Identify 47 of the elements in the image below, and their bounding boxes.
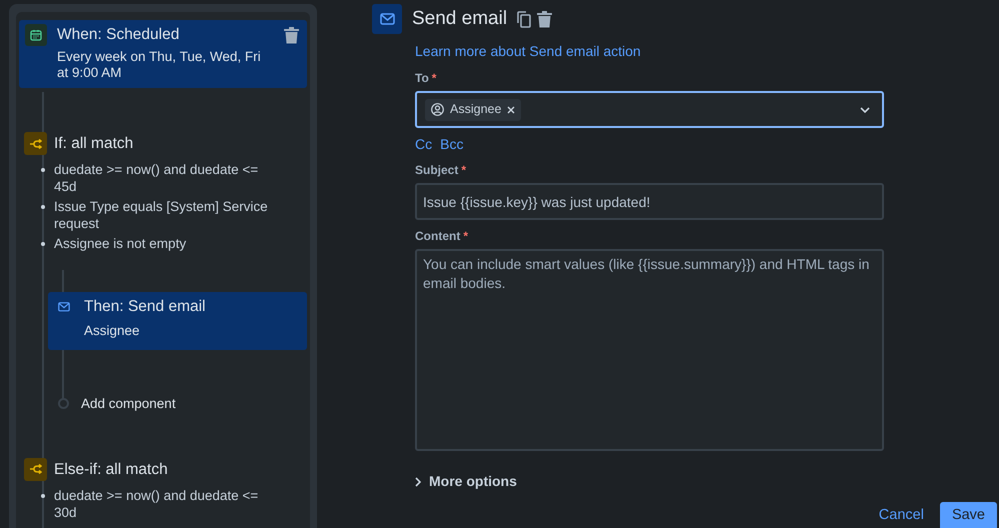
action-description: Assignee	[84, 322, 141, 340]
more-options-toggle[interactable]: More options	[415, 471, 517, 492]
learn-more-link[interactable]: Learn more about Send email action	[415, 41, 884, 62]
condition-title[interactable]: If: all match	[54, 132, 134, 156]
user-icon	[431, 103, 444, 116]
chevron-down-icon[interactable]	[860, 106, 870, 112]
required-mark: *	[461, 162, 466, 179]
cancel-button[interactable]: Cancel	[872, 502, 930, 528]
chevron-right-icon	[415, 476, 421, 486]
trigger-title: When: Scheduled	[57, 25, 180, 45]
field-label: Subject	[415, 162, 458, 179]
editor-title: Send email	[412, 6, 508, 31]
trigger-description: Every week on Thu, Tue, Wed, Fri at 9:00 AM	[57, 49, 262, 81]
bullet-icon	[41, 242, 45, 246]
condition-title[interactable]: Else-if: all match	[54, 458, 168, 481]
copy-icon[interactable]	[517, 10, 532, 28]
remove-icon[interactable]	[507, 106, 516, 114]
required-mark: *	[432, 70, 436, 87]
branch-icon	[29, 138, 42, 150]
trigger-card[interactable]: When: Scheduled Every week on Thu, Tue, Wed, Fri at 9:00 AM	[19, 20, 307, 88]
field-label: Content	[415, 228, 460, 245]
branch-icon	[29, 463, 42, 476]
required-mark: *	[463, 228, 468, 245]
content-field[interactable]: You can include smart values (like {{issue.summary}}) and HTML tags in email bodies.	[415, 249, 884, 451]
action-card[interactable]: Then: Send email Assignee	[48, 292, 307, 350]
bcc-link[interactable]: Bcc	[440, 134, 464, 155]
assignee-chip[interactable]: Assignee	[425, 98, 522, 120]
envelope-icon	[58, 302, 70, 312]
chip-label: Assignee	[450, 101, 502, 118]
envelope-icon	[380, 13, 394, 25]
bullet-icon	[41, 168, 45, 172]
subject-field[interactable]: Issue {{issue.key}} was just updated!	[415, 183, 884, 220]
condition-text: duedate >= now() and duedate <= 45d	[54, 161, 260, 196]
bullet-icon	[41, 205, 45, 210]
to-select[interactable]: Assignee	[415, 91, 884, 128]
calendar-icon	[30, 29, 42, 41]
condition-text: duedate >= now() and duedate <= 30d	[54, 487, 260, 521]
field-label: To	[415, 70, 429, 87]
add-component-link[interactable]: Add component	[81, 394, 176, 414]
delete-icon[interactable]	[284, 27, 299, 44]
cc-link[interactable]: Cc	[415, 134, 432, 155]
action-title: Then: Send email	[84, 297, 206, 318]
delete-icon[interactable]	[537, 10, 552, 28]
save-button[interactable]: Save	[940, 502, 997, 528]
condition-text: Issue Type equals [System] Service request	[54, 198, 269, 232]
bullet-icon	[41, 494, 45, 498]
condition-text: Assignee is not empty	[54, 235, 186, 252]
